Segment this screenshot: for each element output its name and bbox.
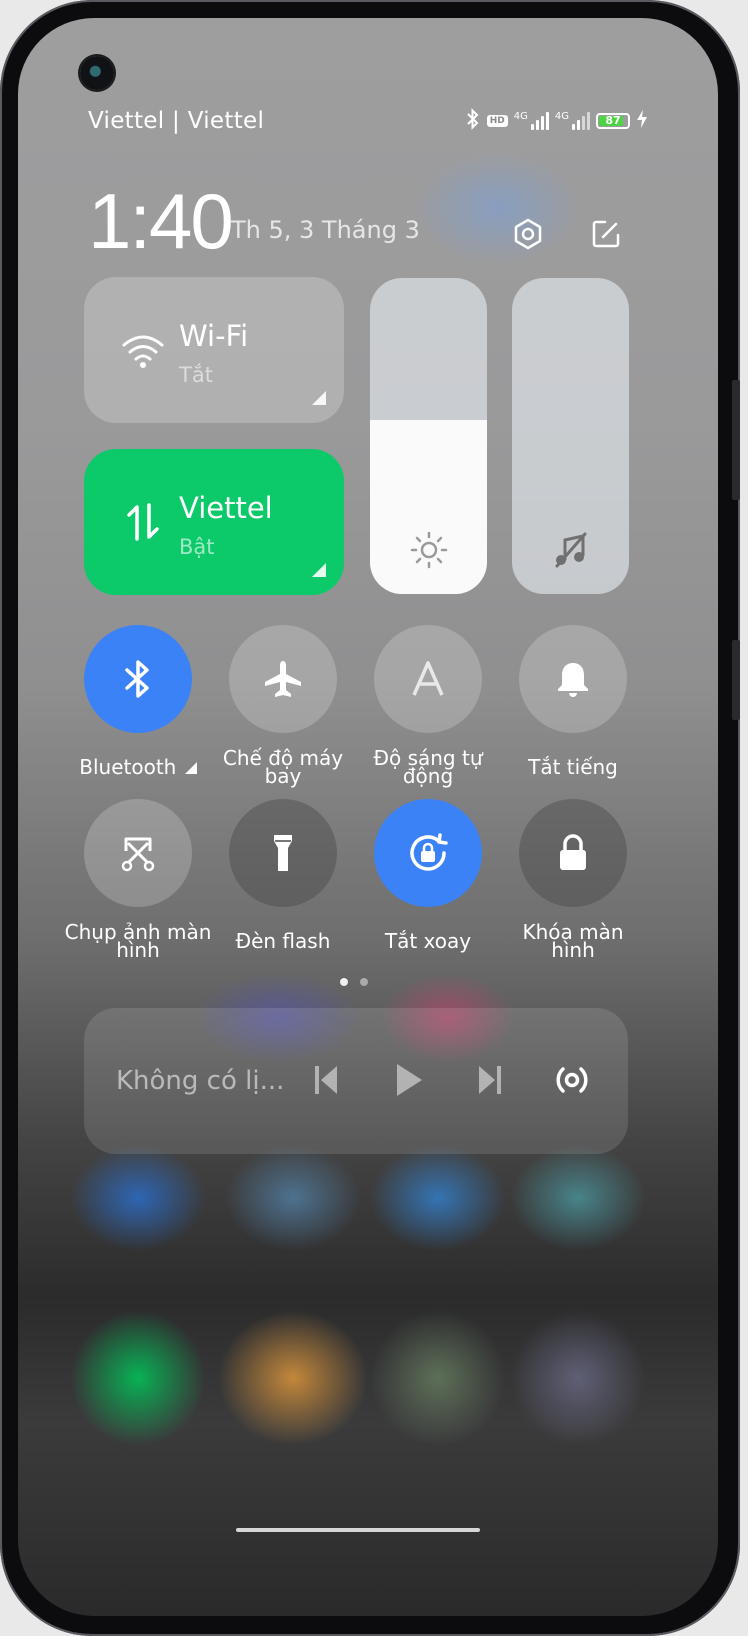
wifi-tile[interactable]: Wi-Fi Tắt [84, 277, 344, 423]
lock-icon [560, 834, 586, 870]
charging-icon [636, 109, 648, 133]
lock-screen-toggle[interactable] [519, 799, 627, 907]
previous-button[interactable] [306, 1060, 346, 1100]
mobile-data-tile[interactable]: Viettel Bật [84, 449, 344, 595]
hd-icon: HD [486, 115, 508, 127]
date-label: Th 5, 3 Tháng 3 [231, 216, 420, 244]
flashlight-icon [274, 835, 292, 871]
wifi-status: Tắt [179, 363, 213, 387]
page-dot[interactable] [340, 978, 348, 986]
bluetooth-toggle[interactable] [84, 625, 192, 733]
control-center: Viettel | Viettel HD 4G 4G 87 1:40 Th 5,… [18, 18, 718, 1616]
edit-icon [592, 220, 620, 248]
battery-percent: 87 [605, 114, 621, 127]
flashlight-label: Đèn flash [235, 929, 331, 953]
music-muted-icon [555, 532, 586, 568]
auto-brightness-icon [412, 661, 444, 696]
rotation-lock-icon [410, 833, 448, 871]
page-indicator [340, 978, 368, 986]
settings-icon [514, 218, 542, 250]
brightness-slider[interactable] [370, 278, 487, 594]
play-button[interactable] [388, 1060, 428, 1100]
mobile-data-status: Bật [179, 535, 215, 559]
rotation-lock-toggle[interactable] [374, 799, 482, 907]
clock: 1:40 [88, 177, 234, 265]
airplane-mode-label: Chế độ máy bay [222, 746, 344, 788]
screenshot-label: Chụp ảnh màn hình [64, 920, 212, 962]
screenshot-icon [121, 837, 155, 872]
signal-icon: 4G [555, 112, 590, 130]
play-icon [397, 1064, 422, 1096]
media-title: Không có lị... [116, 1066, 285, 1096]
airplane-mode-toggle[interactable] [229, 625, 337, 733]
volume-slider[interactable] [512, 278, 629, 594]
edit-button[interactable] [586, 214, 626, 254]
cast-button[interactable] [552, 1060, 592, 1100]
flashlight-toggle[interactable] [229, 799, 337, 907]
settings-button[interactable] [508, 214, 548, 254]
battery-icon: 87 [596, 113, 630, 129]
wifi-icon [122, 335, 164, 368]
bluetooth-icon [465, 108, 481, 134]
cast-icon [556, 1067, 588, 1093]
sun-icon [410, 531, 447, 569]
silent-mode-label: Tắt tiếng [528, 755, 618, 779]
expand-corner-icon[interactable] [184, 762, 197, 774]
expand-corner-icon[interactable] [312, 563, 326, 577]
next-button[interactable] [470, 1060, 510, 1100]
data-transfer-icon [127, 503, 159, 541]
screenshot-toggle[interactable] [84, 799, 192, 907]
carrier-label: Viettel | Viettel [88, 108, 265, 134]
status-bar: Viettel | Viettel HD 4G 4G 87 [88, 106, 648, 138]
signal-icon: 4G [514, 112, 549, 130]
power-button [732, 640, 740, 720]
front-camera [80, 56, 114, 90]
expand-corner-icon[interactable] [312, 391, 326, 405]
bell-icon [558, 663, 588, 697]
silent-mode-toggle[interactable] [519, 625, 627, 733]
media-player[interactable]: Không có lị... [84, 1008, 628, 1154]
next-icon [479, 1066, 501, 1094]
previous-icon [315, 1066, 337, 1094]
lock-screen-label: Khóa màn hình [522, 920, 624, 962]
phone-frame: Viettel | Viettel HD 4G 4G 87 1:40 Th 5,… [0, 0, 740, 1636]
page-dot[interactable] [360, 978, 368, 986]
volume-button [732, 380, 740, 500]
wifi-label: Wi-Fi [179, 319, 249, 353]
auto-brightness-label: Độ sáng tự động [373, 746, 483, 788]
bluetooth-label: Bluetooth [63, 757, 213, 777]
airplane-icon [265, 661, 301, 697]
carrier-name: Viettel [179, 491, 273, 525]
bluetooth-icon [125, 660, 149, 698]
rotation-lock-label: Tắt xoay [384, 929, 472, 953]
auto-brightness-toggle[interactable] [374, 625, 482, 733]
home-indicator[interactable] [236, 1528, 480, 1532]
